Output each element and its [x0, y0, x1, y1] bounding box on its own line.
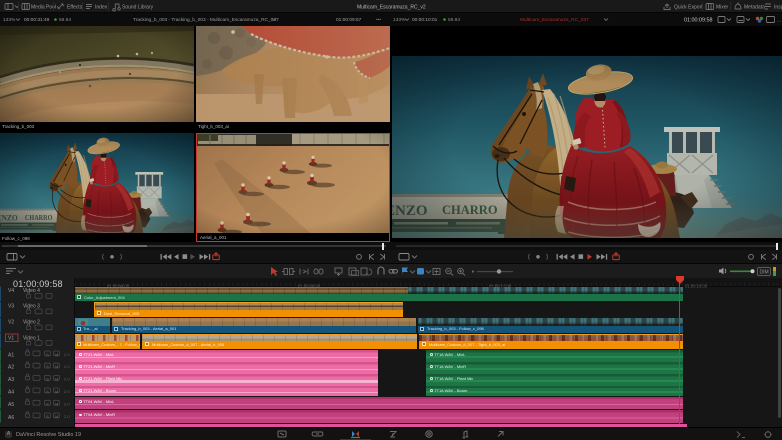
svg-text:M: M	[55, 364, 58, 369]
svg-text:V1: V1	[8, 336, 14, 342]
svg-text:S: S	[46, 352, 49, 357]
svg-text:2.0: 2.0	[64, 352, 70, 357]
svg-text:59.94: 59.94	[448, 17, 460, 23]
svg-text:M: M	[55, 352, 58, 357]
svg-text:Sound Library: Sound Library	[122, 5, 154, 11]
svg-text:2.0: 2.0	[64, 389, 70, 394]
svg-text:•••: •••	[376, 18, 381, 23]
svg-text:Mixer: Mixer	[716, 5, 729, 11]
svg-text:133%: 133%	[393, 17, 406, 23]
svg-text:M: M	[55, 377, 58, 382]
svg-text:2.0: 2.0	[64, 402, 70, 407]
svg-text:Media Pool: Media Pool	[31, 5, 56, 11]
svg-text:01:00:09:58: 01:00:09:58	[684, 18, 712, 24]
svg-text:DIM: DIM	[760, 269, 769, 275]
svg-text:M: M	[55, 414, 58, 419]
svg-text:Effects: Effects	[67, 5, 83, 11]
svg-text:...: ...	[777, 18, 781, 24]
svg-text:2.0: 2.0	[64, 377, 70, 382]
svg-text:2.0: 2.0	[64, 364, 70, 369]
svg-text:S: S	[46, 364, 49, 369]
svg-text:V4: V4	[8, 288, 14, 294]
svg-text:Multicam_Escaramuza_RC_037: Multicam_Escaramuza_RC_037	[520, 17, 589, 23]
svg-text:S: S	[46, 402, 49, 407]
svg-text:S: S	[46, 414, 49, 419]
svg-text:2.0: 2.0	[64, 414, 70, 419]
svg-text:Metadata: Metadata	[744, 5, 765, 11]
svg-text:A5: A5	[8, 402, 14, 408]
svg-text:Multicam_Escaramuza_RC_v2: Multicam_Escaramuza_RC_v2	[357, 5, 426, 11]
svg-text:V3: V3	[8, 304, 14, 310]
svg-text:Quick Export: Quick Export	[674, 5, 703, 11]
svg-text:A1: A1	[8, 353, 14, 359]
svg-text:S: S	[46, 389, 49, 394]
svg-text:133%: 133%	[3, 17, 16, 23]
svg-text:01:00:09:57: 01:00:09:57	[336, 17, 362, 23]
svg-text:A2: A2	[8, 365, 14, 371]
svg-text:00:00:10:01: 00:00:10:01	[412, 17, 438, 23]
svg-text:Tracking_b_003 - Tracking_b_00: Tracking_b_003 - Tracking_b_003 - Multic…	[133, 17, 279, 23]
svg-text:A3: A3	[8, 377, 14, 383]
svg-text:M: M	[55, 389, 58, 394]
svg-text:59.94: 59.94	[59, 17, 71, 23]
svg-text:M: M	[55, 402, 58, 407]
svg-text:00:00:31:49: 00:00:31:49	[24, 17, 50, 23]
svg-text:V2: V2	[8, 320, 14, 326]
svg-text:Inspector: Inspector	[774, 5, 782, 11]
svg-text:S: S	[46, 377, 49, 382]
svg-text:Index: Index	[95, 5, 108, 11]
svg-text:A6: A6	[8, 415, 14, 421]
svg-text:A4: A4	[8, 390, 14, 396]
